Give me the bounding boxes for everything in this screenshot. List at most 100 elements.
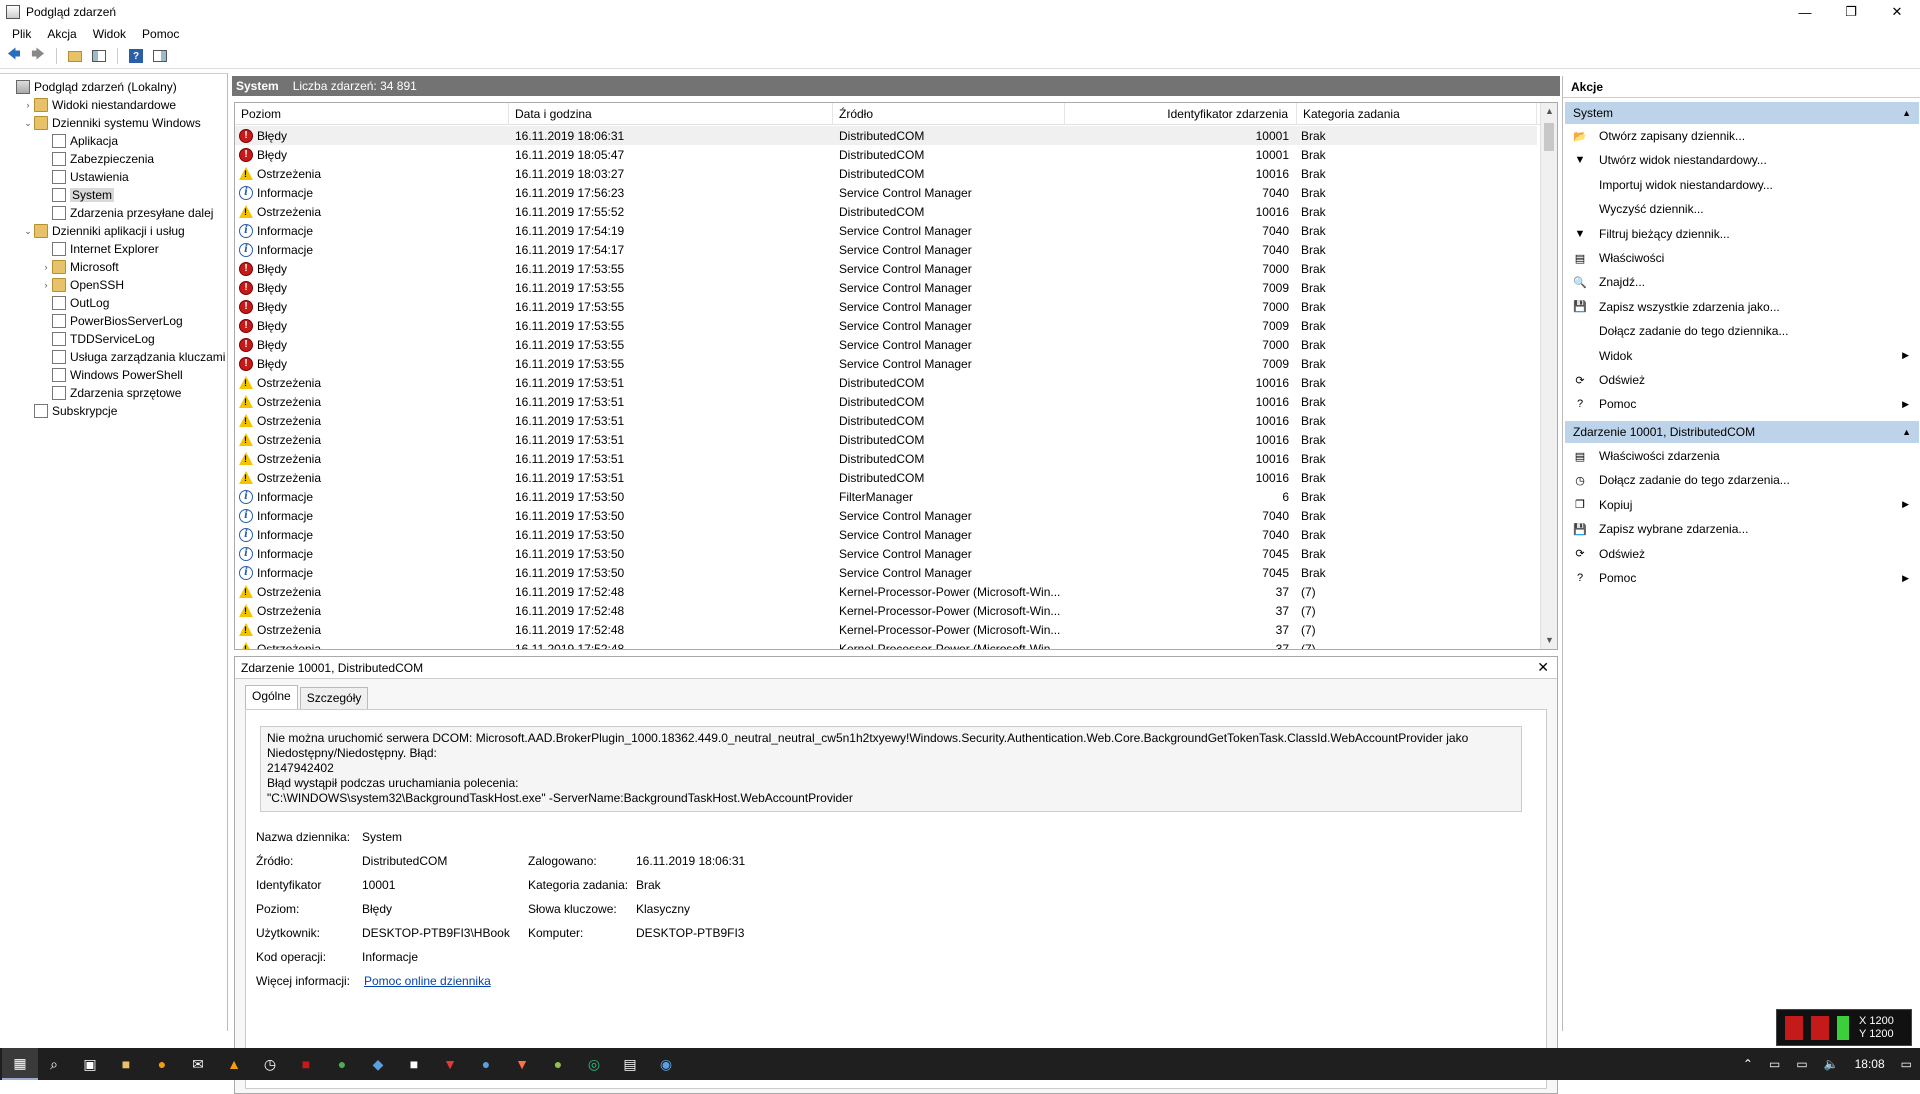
mail-icon[interactable]: ✉ [180,1048,216,1080]
tree-windows-logs[interactable]: ⌄ Dzienniki systemu Windows [0,114,227,132]
actions-section-header[interactable]: System ▲ [1565,102,1919,124]
action-clear-log[interactable]: Wyczyść dziennik... [1565,197,1919,221]
brave-icon[interactable]: ▼ [504,1048,540,1080]
tree-hardware[interactable]: Zdarzenia sprzętowe [0,384,227,402]
tree-app-logs[interactable]: ⌄ Dzienniki aplikacji i usług [0,222,227,240]
event-row[interactable]: ! Błędy 16.11.2019 17:53:55 Service Control… [235,335,1537,354]
clock-app-icon[interactable]: ◷ [252,1048,288,1080]
expand-icon[interactable]: ⌄ [22,226,34,237]
notifications-icon[interactable]: ▭ [1893,1057,1920,1071]
column-date[interactable]: Data i godzina [509,103,833,125]
event-row[interactable]: ! Ostrzeżenia 16.11.2019 17:53:51 Distribut… [235,373,1537,392]
event-row[interactable]: ! Ostrzeżenia 16.11.2019 17:55:52 Distribut… [235,202,1537,221]
maximize-button[interactable]: ❐ [1828,0,1874,24]
menu-file[interactable]: Plik [4,27,39,41]
event-row[interactable]: ! Ostrzeżenia 16.11.2019 18:03:27 Distribut… [235,164,1537,183]
action-copy[interactable]: ❐ Kopiuj ▶ [1565,493,1919,517]
event-row[interactable]: ! Błędy 16.11.2019 17:53:55 Service Control… [235,297,1537,316]
tree-powershell[interactable]: Windows PowerShell [0,366,227,384]
event-message[interactable]: Nie można uruchomić serwera DCOM: Micros… [260,726,1522,812]
vivaldi-icon[interactable]: ▼ [432,1048,468,1080]
action-save-all[interactable]: 💾 Zapisz wszystkie zdarzenia jako... [1565,295,1919,319]
up-folder-icon[interactable] [65,46,85,66]
event-row[interactable]: ! Ostrzeżenia 16.11.2019 17:53:51 Distribut… [235,449,1537,468]
action-save-selected[interactable]: 💾 Zapisz wybrane zdarzenia... [1565,517,1919,541]
action-attach-task-log[interactable]: Dołącz zadanie do tego dziennika... [1565,319,1919,343]
tree-microsoft[interactable]: › Microsoft [0,258,227,276]
collapse-icon[interactable]: ▲ [1902,421,1911,443]
event-list-scrollbar[interactable]: ▲ ▼ [1540,103,1557,649]
action-open-saved-log[interactable]: 📂 Otwórz zapisany dziennik... [1565,124,1919,148]
action-event-properties[interactable]: ▤ Właściwości zdarzenia [1565,444,1919,468]
action-help-2[interactable]: ? Pomoc ▶ [1565,566,1919,590]
event-row[interactable]: ! Błędy 16.11.2019 18:06:31 DistributedCOM 1… [235,126,1537,145]
app-icon[interactable]: ◆ [360,1048,396,1080]
tab-general[interactable]: Ogólne [245,685,298,709]
event-row[interactable]: ! Błędy 16.11.2019 17:53:55 Service Control… [235,259,1537,278]
firefox-icon[interactable]: ● [144,1048,180,1080]
tree-root[interactable]: Podgląd zdarzeń (Lokalny) [0,78,227,96]
search-icon[interactable]: ⌕ [36,1048,72,1080]
event-row[interactable]: i Informacje 16.11.2019 17:53:50 Service Co… [235,563,1537,582]
event-row[interactable]: i Informacje 16.11.2019 17:54:17 Service Co… [235,240,1537,259]
action-attach-task-event[interactable]: ◷ Dołącz zadanie do tego zdarzenia... [1565,468,1919,492]
event-row[interactable]: ! Ostrzeżenia 16.11.2019 17:53:51 Distribut… [235,430,1537,449]
action-import-custom-view[interactable]: Importuj widok niestandardowy... [1565,173,1919,197]
event-row[interactable]: ! Ostrzeżenia 16.11.2019 17:52:48 Kernel-Pr… [235,601,1537,620]
task-view-icon[interactable]: ▣ [72,1048,108,1080]
collapse-icon[interactable]: ▲ [1902,102,1911,124]
expand-icon[interactable]: › [40,280,52,290]
event-row[interactable]: ! Ostrzeżenia 16.11.2019 17:53:51 Distribut… [235,468,1537,487]
event-row[interactable]: ! Błędy 16.11.2019 17:53:55 Service Control… [235,316,1537,335]
action-help[interactable]: ? Pomoc ▶ [1565,392,1919,416]
action-filter-log[interactable]: ▼ Filtruj bieżący dziennik... [1565,222,1919,246]
red-app-icon[interactable]: ■ [288,1048,324,1080]
tree-forwarded[interactable]: Zdarzenia przesyłane dalej [0,204,227,222]
help-icon[interactable]: ? [126,46,146,66]
file-explorer-icon[interactable]: ■ [108,1048,144,1080]
tree-security[interactable]: Zabezpieczenia [0,150,227,168]
action-create-custom-view[interactable]: ▼ Utwórz widok niestandardowy... [1565,148,1919,172]
show-hide-tree-icon[interactable] [89,46,109,66]
expand-icon[interactable]: ⌄ [22,118,34,129]
close-button[interactable]: ✕ [1874,0,1920,24]
volume-icon[interactable]: 🔈 [1816,1057,1847,1071]
event-row[interactable]: ! Ostrzeżenia 16.11.2019 17:53:51 Distribut… [235,411,1537,430]
forward-icon[interactable]: 🡆 [28,46,48,66]
action-view[interactable]: Widok ▶ [1565,344,1919,368]
scroll-up-icon[interactable]: ▲ [1541,103,1557,120]
tab-details[interactable]: Szczegóły [299,687,369,709]
expand-icon[interactable]: › [40,262,52,272]
app-icon[interactable]: ◉ [648,1048,684,1080]
chrome-icon[interactable]: ● [324,1048,360,1080]
close-detail-icon[interactable]: ✕ [1537,659,1549,676]
column-level[interactable]: Poziom [235,103,509,125]
scroll-thumb[interactable] [1544,123,1554,151]
action-properties[interactable]: ▤ Właściwości [1565,246,1919,270]
drop-icon[interactable]: ● [468,1048,504,1080]
upwork-icon[interactable]: ◎ [576,1048,612,1080]
event-row[interactable]: ! Błędy 16.11.2019 17:53:55 Service Control… [235,278,1537,297]
menu-help[interactable]: Pomoc [134,27,187,41]
tree-kms[interactable]: Usługa zarządzania kluczami [0,348,227,366]
event-row[interactable]: i Informacje 16.11.2019 17:53:50 Service Co… [235,506,1537,525]
event-row[interactable]: ! Ostrzeżenia 16.11.2019 17:52:48 Kernel-Pr… [235,582,1537,601]
event-row[interactable]: ! Ostrzeżenia 16.11.2019 17:52:48 Kernel-Pr… [235,620,1537,639]
event-row[interactable]: i Informacje 16.11.2019 17:53:50 Service Co… [235,544,1537,563]
tree-tdd[interactable]: TDDServiceLog [0,330,227,348]
menu-action[interactable]: Akcja [39,27,84,41]
back-icon[interactable]: 🡄 [4,46,24,66]
minimize-button[interactable]: — [1782,0,1828,24]
event-row[interactable]: i Informacje 16.11.2019 17:53:50 FilterMana… [235,487,1537,506]
tree-openssh[interactable]: › OpenSSH [0,276,227,294]
actions-section-header[interactable]: Zdarzenie 10001, DistributedCOM ▲ [1565,421,1919,443]
network-icon[interactable]: ▭ [1761,1057,1788,1071]
action-find[interactable]: 🔍 Znajdź... [1565,270,1919,294]
event-row[interactable]: i Informacje 16.11.2019 17:56:23 Service Co… [235,183,1537,202]
column-task-category[interactable]: Kategoria zadania [1297,103,1537,125]
tree-subscriptions[interactable]: Subskrypcje [0,402,227,420]
tree-ie[interactable]: Internet Explorer [0,240,227,258]
tree-application[interactable]: Aplikacja [0,132,227,150]
tree-setup[interactable]: Ustawienia [0,168,227,186]
scroll-down-icon[interactable]: ▼ [1541,632,1557,649]
